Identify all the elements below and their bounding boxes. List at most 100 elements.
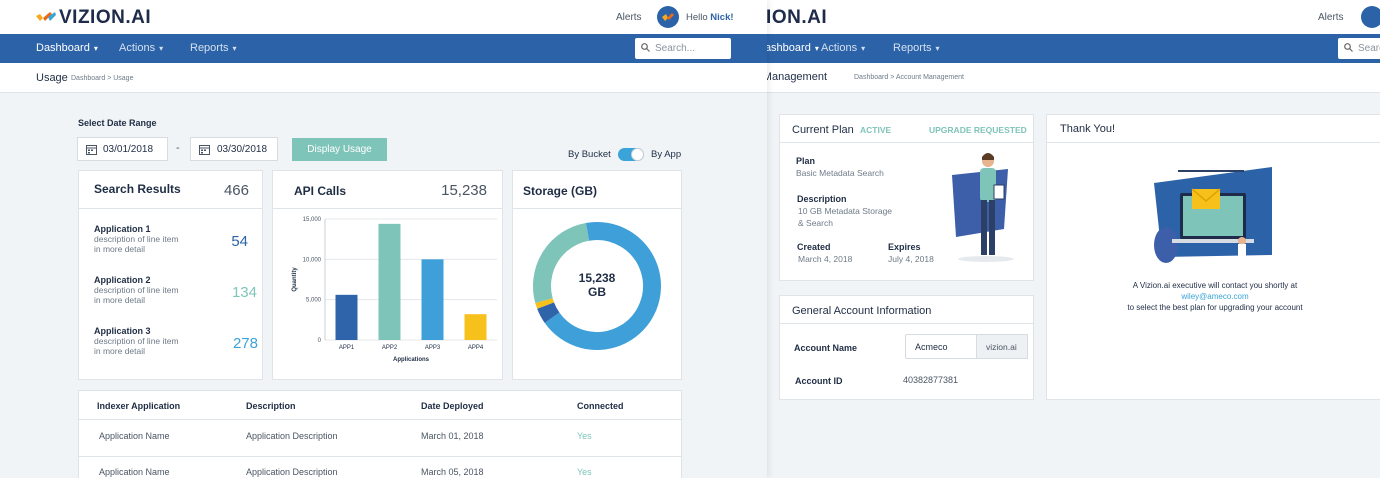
search-results-title: Search Results xyxy=(94,182,181,196)
account-name-label: Account Name xyxy=(794,343,858,353)
nav-reports[interactable]: Reports ▾ xyxy=(893,42,940,54)
x-tick-label: APP3 xyxy=(425,345,441,351)
contact-email-link[interactable]: wiley@ameco.com xyxy=(1047,292,1380,301)
created-value: March 4, 2018 xyxy=(798,254,853,264)
storage-card: Storage (GB) 15,238 GB xyxy=(512,170,682,380)
search-icon xyxy=(641,43,650,52)
storage-center-value: 15,238 xyxy=(578,271,616,285)
chevron-down-icon: ▾ xyxy=(935,44,940,53)
bar-app4 xyxy=(464,314,487,340)
description-line-2: & Search xyxy=(798,218,833,228)
nav-reports[interactable]: Reports ▾ xyxy=(190,42,237,54)
list-item-name: Application 3 xyxy=(94,326,151,336)
start-date-value: 03/01/2018 xyxy=(103,144,154,155)
upgrade-requested-badge[interactable]: UPGRADE REQUESTED xyxy=(929,125,1027,135)
cell-description: Application Description xyxy=(246,431,338,441)
calendar-icon xyxy=(199,145,210,155)
page-title: Account Management xyxy=(767,71,828,83)
cell-connected: Yes xyxy=(577,467,592,477)
toggle-knob xyxy=(631,148,644,161)
brand-logo-icon xyxy=(36,12,56,21)
api-calls-bar-chart: 0 5,000 10,000 15,000 APP1 APP2 APP3 APP4 Applic… xyxy=(292,217,497,363)
list-item-desc-detail: in more detail xyxy=(94,346,146,356)
thank-you-message-line-1: A Vizion.ai executive will contact you s… xyxy=(1132,281,1298,290)
api-calls-total: 15,238 xyxy=(441,182,487,199)
bucket-app-toggle[interactable] xyxy=(618,148,644,161)
user-greeting[interactable]: Hello Nick! xyxy=(686,12,734,23)
avatar[interactable] xyxy=(1361,6,1380,28)
start-date-input[interactable]: 03/01/2018 xyxy=(77,137,168,161)
storage-center-unit: GB xyxy=(588,285,606,299)
x-tick-label: APP2 xyxy=(382,345,398,351)
y-tick-label: 10,000 xyxy=(303,257,322,263)
cell-date: March 01, 2018 xyxy=(421,431,484,441)
brand-logo: VIZION.AI xyxy=(59,7,152,28)
calendar-icon xyxy=(86,145,97,155)
account-name-field[interactable]: Acmeco xyxy=(905,334,977,359)
search-placeholder: Search xyxy=(1358,43,1380,54)
nav-dashboard[interactable]: Dashboard▾ xyxy=(36,42,98,54)
general-card-title: General Account Information xyxy=(792,305,932,317)
nav-dashboard[interactable]: Dashboard▾ xyxy=(767,42,819,54)
list-item: Application 1 description of line item i… xyxy=(94,224,254,264)
list-item: Application 3 description of line item i… xyxy=(94,326,258,366)
x-tick-label: APP1 xyxy=(339,345,355,351)
list-item-name: Application 2 xyxy=(94,275,151,285)
display-usage-button[interactable]: Display Usage xyxy=(292,138,387,161)
table-row[interactable]: Application Name Application Description… xyxy=(79,420,681,456)
column-header-connected[interactable]: Connected xyxy=(577,401,624,411)
x-tick-label: APP4 xyxy=(468,345,484,351)
search-input[interactable]: Search... xyxy=(635,38,731,59)
alerts-link[interactable]: Alerts xyxy=(616,12,642,23)
list-item-name: Application 1 xyxy=(94,224,151,234)
list-item-value: 278 xyxy=(232,335,258,352)
nav-actions[interactable]: Actions ▾ xyxy=(119,42,163,54)
avatar[interactable] xyxy=(657,6,679,28)
account-id-value: 40382877381 xyxy=(903,375,959,385)
nav-actions-label: Actions xyxy=(119,42,156,54)
nav-dashboard-label: Dashboard xyxy=(767,42,811,54)
end-date-input[interactable]: 03/30/2018 xyxy=(190,137,278,161)
indexer-table: Indexer Application Description Date Dep… xyxy=(78,390,682,478)
cell-date: March 05, 2018 xyxy=(421,467,484,477)
y-axis-label: Quantity xyxy=(292,267,298,292)
divider xyxy=(780,323,1033,324)
user-name: Nick! xyxy=(710,12,734,23)
greeting-prefix: Hello xyxy=(686,12,711,23)
nav-dashboard-label: Dashboard xyxy=(36,42,90,54)
cell-application: Application Name xyxy=(99,467,170,477)
donut-slice-3 xyxy=(535,298,555,309)
column-header-date[interactable]: Date Deployed xyxy=(421,401,484,411)
plan-label: Plan xyxy=(796,156,816,166)
column-header-application[interactable]: Indexer Application xyxy=(97,401,180,411)
list-item-desc: description of line item xyxy=(94,234,179,244)
nav-actions[interactable]: Actions ▾ xyxy=(821,42,865,54)
donut-slice-2 xyxy=(537,302,560,323)
plan-value: Basic Metadata Search xyxy=(796,168,884,178)
search-input[interactable]: Search xyxy=(1338,38,1380,59)
chevron-down-icon: ▾ xyxy=(232,44,237,53)
created-label: Created xyxy=(797,242,831,252)
list-item-desc-detail: in more detail xyxy=(94,295,146,305)
list-item-value: 134 xyxy=(231,284,257,301)
page-header: Usage Dashboard > Usage xyxy=(0,63,767,93)
expires-value: July 4, 2018 xyxy=(888,254,934,264)
status-badge: ACTIVE xyxy=(860,125,892,135)
bar-app2 xyxy=(378,223,401,340)
chevron-down-icon: ▾ xyxy=(93,44,98,53)
avatar-image xyxy=(662,13,674,21)
bar-app3 xyxy=(421,259,444,340)
cell-connected: Yes xyxy=(577,431,592,441)
divider xyxy=(79,208,262,209)
search-results-total: 466 xyxy=(223,182,249,199)
table-row[interactable]: Application Name Application Description… xyxy=(79,457,681,478)
thank-you-message-line-2: to select the best plan for upgrading yo… xyxy=(1127,303,1303,312)
alerts-link[interactable]: Alerts xyxy=(1318,12,1344,23)
bar-app1 xyxy=(335,294,358,340)
column-header-description[interactable]: Description xyxy=(246,401,296,411)
main-nav: Dashboard▾ Actions▾ Reports▾ Search xyxy=(767,34,1380,63)
nav-reports-label: Reports xyxy=(190,42,229,54)
account-id-label: Account ID xyxy=(795,376,843,386)
search-results-card: Search Results 466 Application 1 descrip… xyxy=(78,170,263,380)
nav-reports-label: Reports xyxy=(893,42,932,54)
